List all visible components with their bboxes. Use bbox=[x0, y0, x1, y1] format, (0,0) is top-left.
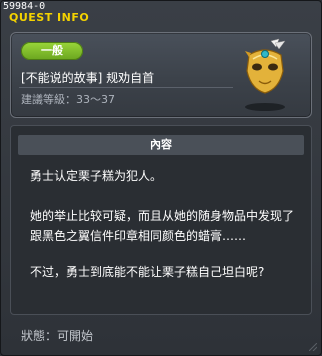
window-title[interactable]: QUEST INFO bbox=[9, 11, 89, 24]
content-header: 內容 bbox=[18, 135, 304, 155]
gold-mask-icon bbox=[245, 38, 286, 111]
recommended-level: 建議等級：33～37 bbox=[21, 93, 115, 106]
quest-status: 狀態：可開始 bbox=[21, 329, 94, 343]
content-paragraph-2-line-1: 她的举止比较可疑，而且从她的随身物品中发现了 bbox=[30, 209, 295, 223]
quest-info-window: 59984-0 QUEST INFO 一般 [不能说的故事] 规劝自首 建議等級… bbox=[0, 0, 322, 356]
quest-name: [不能说的故事] 规劝自首 bbox=[21, 71, 155, 85]
resize-grip-icon[interactable] bbox=[309, 343, 317, 351]
content-paragraph-3: 不过，勇士到底能不能让栗子糕自己坦白呢? bbox=[30, 265, 265, 279]
content-paragraph-2-line-2: 跟黑色之翼信件印章相同颜色的蜡膏…… bbox=[30, 229, 247, 243]
summary-divider bbox=[19, 87, 233, 88]
content-paragraph-1: 勇士认定栗子糕为犯人。 bbox=[30, 169, 163, 183]
quest-category-badge: 一般 bbox=[21, 42, 83, 60]
